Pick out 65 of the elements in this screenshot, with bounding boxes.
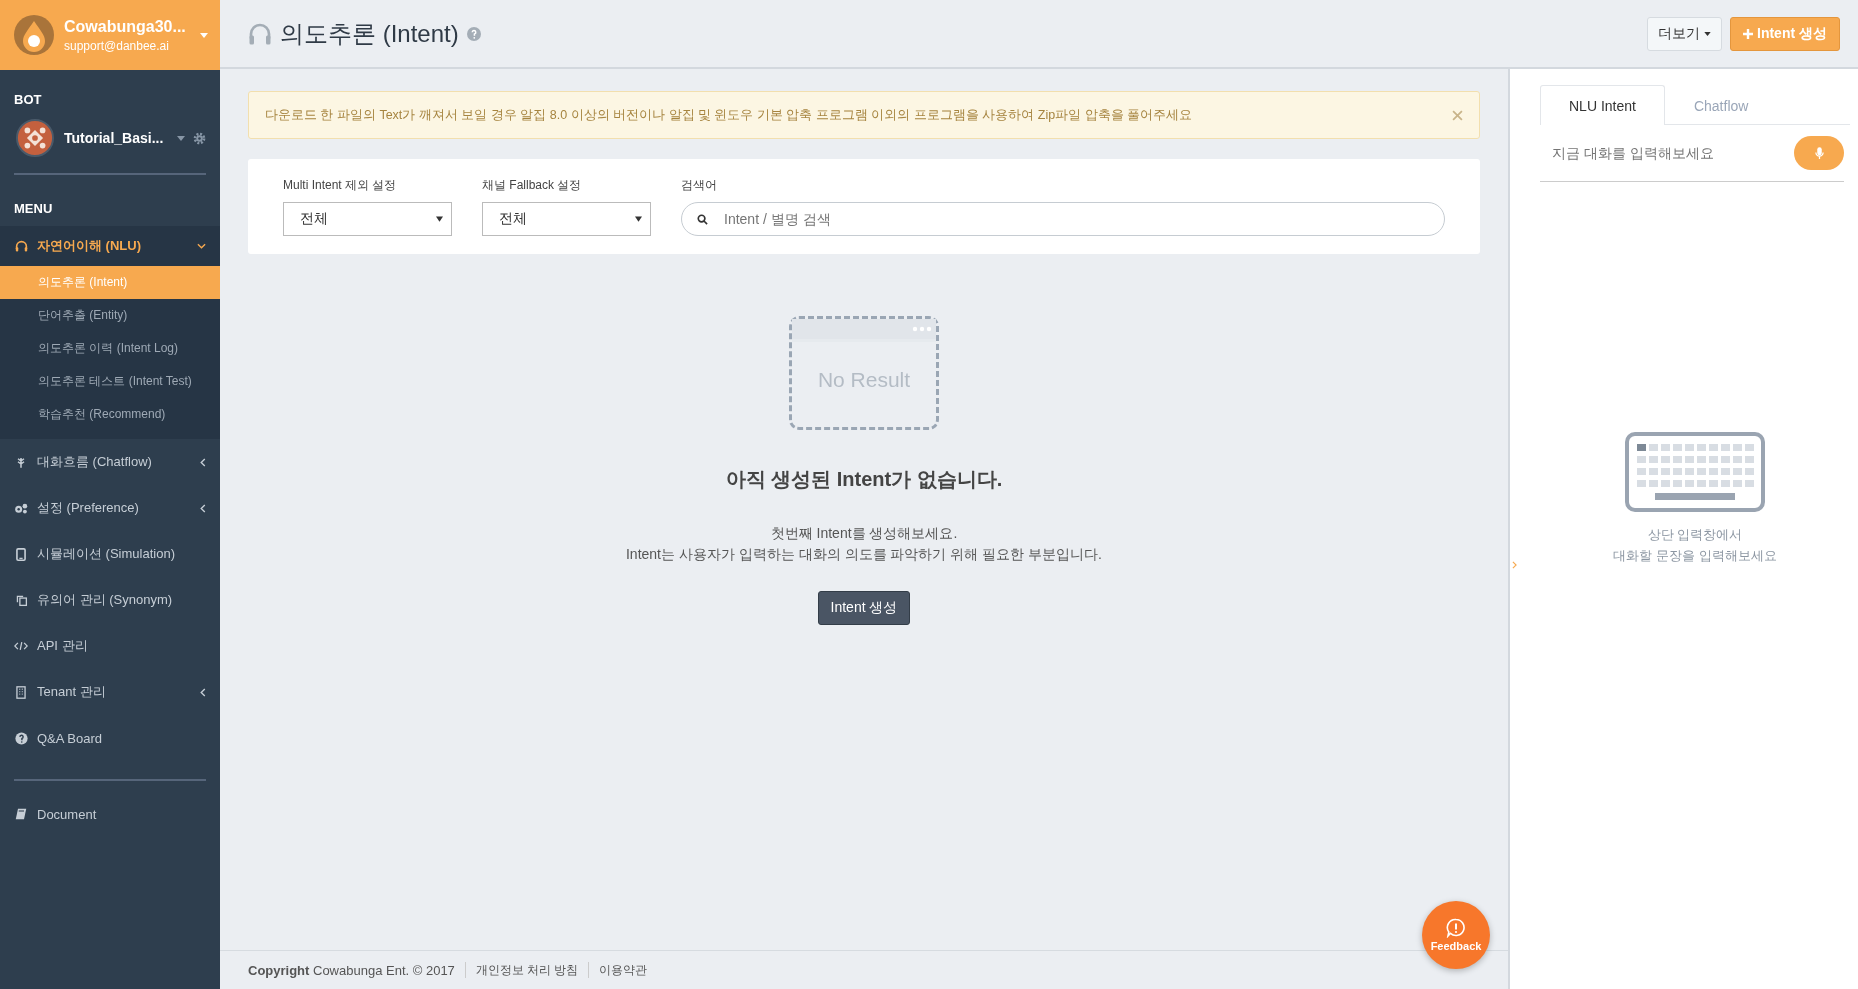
submenu-item[interactable]: 의도추론 테스트 (Intent Test): [0, 365, 220, 398]
footer-link[interactable]: 개인정보 처리 방침: [475, 962, 579, 978]
help-icon: [14, 731, 28, 745]
code-icon: [14, 641, 28, 651]
menu-item[interactable]: Q&A Board: [0, 715, 220, 761]
microphone-icon: [1814, 146, 1824, 160]
avatar-icon: [14, 15, 54, 55]
account-name: Cowabunga30...: [64, 17, 187, 36]
copyright-text: Copyright Cowabunga Ent. © 2017: [248, 962, 455, 978]
sprout-icon: [15, 455, 27, 469]
section-label: MENU: [13, 200, 54, 218]
empty-heading: 아직 생성된 Intent가 없습니다.: [725, 467, 1003, 492]
more-dropdown-button[interactable]: 더보기: [1647, 16, 1722, 51]
filter-label: Multi Intent 제외 설정: [283, 177, 398, 194]
menu-item[interactable]: 유의어 관리 (Synonym): [0, 577, 220, 623]
menu-item[interactable]: Document: [0, 791, 220, 837]
search-field[interactable]: Intent / 별명 검색: [681, 202, 1445, 236]
page-title: 의도추론 (Intent): [280, 18, 459, 49]
select-field[interactable]: 전체: [283, 202, 452, 236]
caret-icon: [177, 135, 185, 141]
dots-icon: [912, 326, 932, 332]
caret-icon: [1704, 31, 1711, 36]
submenu-item[interactable]: 학습추천 (Recommend): [0, 398, 220, 431]
filter-label: 채널 Fallback 설정: [482, 177, 583, 194]
menu-item[interactable]: Tenant 관리: [0, 669, 220, 715]
building-icon: [16, 685, 26, 699]
hint-text: 대화할 문장을 입력해보세요: [1613, 547, 1777, 565]
headphones-icon: [248, 21, 272, 46]
alert-message: 다운로드 한 파일의 Text가 깨져서 보일 경우 알집 8.0 이상의 버전이나 알집 및 윈도우 기본 압축 프로그램 이외의 프로그램을 사용하여 Zip파일 압축을 풀어주세요: [265, 106, 1193, 124]
microphone-button[interactable]: [1794, 136, 1844, 170]
keyboard-icon: [1625, 432, 1765, 512]
menu-item[interactable]: 설정 (Preference): [0, 485, 220, 531]
close-icon[interactable]: [1452, 109, 1463, 121]
headphones-icon: [14, 239, 28, 253]
mobile-icon: [16, 547, 26, 561]
menu-item[interactable]: 시뮬레이션 (Simulation): [0, 531, 220, 577]
hint-text: 상단 입력창에서: [1647, 526, 1743, 544]
filter-label: 검색어: [681, 177, 718, 194]
menu-item[interactable]: API 관리: [0, 623, 220, 669]
settings-icon[interactable]: [193, 131, 206, 145]
section-label: BOT: [13, 91, 43, 109]
empty-description: Intent는 사용자가 입력하는 대화의 의도를 파악하기 위해 필요한 부분입니다.: [625, 545, 1102, 564]
footer-link[interactable]: 이용약관: [599, 962, 648, 978]
help-icon[interactable]: [466, 26, 481, 41]
submenu-item[interactable]: 의도추론 이력 (Intent Log): [0, 332, 220, 365]
tab[interactable]: NLU Intent: [1540, 85, 1665, 125]
chat-alert-icon: [1446, 918, 1466, 938]
caret-icon: [436, 216, 443, 222]
chevron-right-icon[interactable]: [1512, 561, 1517, 569]
book-icon: [15, 808, 27, 820]
bot-selector[interactable]: Tutorial_Basi...: [14, 117, 187, 159]
gears-icon: [14, 502, 28, 514]
menu-item[interactable]: 대화흐름 (Chatflow): [0, 439, 220, 485]
caret-icon: [635, 216, 642, 222]
menu-item[interactable]: 자연어이해 (NLU): [0, 226, 220, 266]
submenu-item[interactable]: 단어추출 (Entity): [0, 299, 220, 332]
caret-icon: [200, 32, 208, 38]
search-icon: [697, 214, 708, 225]
empty-description: 첫번째 Intent를 생성해보세요.: [769, 524, 959, 543]
select-field[interactable]: 전체: [482, 202, 651, 236]
account-email: support@danbee.ai: [64, 38, 170, 53]
create-intent-button[interactable]: Intent 생성: [817, 591, 911, 625]
bot-avatar-icon: [16, 119, 54, 157]
plus-icon: [1743, 28, 1753, 39]
copy-icon: [14, 593, 28, 607]
